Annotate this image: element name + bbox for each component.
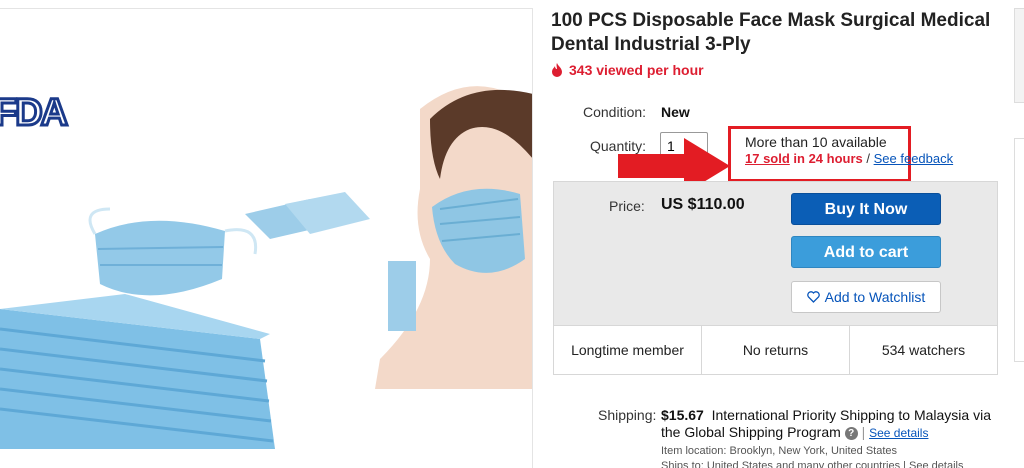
separator: / xyxy=(862,151,874,166)
views-text: 343 viewed per hour xyxy=(569,62,704,78)
add-to-cart-button[interactable]: Add to cart xyxy=(791,236,941,268)
item-location: Item location: Brooklyn, New York, Unite… xyxy=(661,445,898,457)
add-to-watchlist-button[interactable]: Add to Watchlist xyxy=(791,281,941,313)
stat-watchers: 534 watchers xyxy=(881,342,966,358)
availability-text: More than 10 available xyxy=(745,134,887,150)
help-icon[interactable]: ? xyxy=(844,426,858,440)
right-thumbnail xyxy=(1014,8,1024,103)
product-title: 100 PCS Disposable Face Mask Surgical Me… xyxy=(551,10,991,55)
stat-longtime-member: Longtime member xyxy=(554,326,702,374)
fda-logo-text: FDA xyxy=(0,92,68,133)
heart-icon xyxy=(806,291,820,303)
shipping-cost: $15.67 xyxy=(661,407,704,423)
condition-value: New xyxy=(661,104,690,120)
price-value: US $110.00 xyxy=(661,196,745,213)
shipping-info: $15.67 International Priority Shipping t… xyxy=(661,407,991,440)
product-photo xyxy=(0,86,532,449)
price-label: Price: xyxy=(609,198,645,214)
shipping-label: Shipping: xyxy=(598,407,657,423)
seller-stats: Longtime member No returns 534 watchers xyxy=(553,325,998,375)
see-details-link[interactable]: See details xyxy=(869,426,928,440)
sold-count-link[interactable]: 17 sold xyxy=(745,151,790,166)
fda-logo: FDA xyxy=(0,91,71,134)
buy-it-now-button[interactable]: Buy It Now xyxy=(791,193,941,225)
see-feedback-link[interactable]: See feedback xyxy=(874,151,954,166)
shipping-description: International Priority Shipping to Malay… xyxy=(661,407,991,440)
right-column-partial xyxy=(1014,8,1024,468)
condition-label: Condition: xyxy=(583,104,647,120)
ships-to: Ships to: United States and many other c… xyxy=(661,460,964,468)
views-indicator: 343 viewed per hour xyxy=(551,62,704,78)
right-panel xyxy=(1014,138,1024,362)
product-image-panel[interactable]: FDA xyxy=(0,8,533,468)
stat-no-returns: No returns xyxy=(702,326,850,374)
fire-icon xyxy=(552,63,562,77)
sold-info: 17 sold in 24 hours / See feedback xyxy=(745,151,953,166)
watchlist-label: Add to Watchlist xyxy=(824,289,926,305)
sold-period: in 24 hours xyxy=(789,151,863,166)
